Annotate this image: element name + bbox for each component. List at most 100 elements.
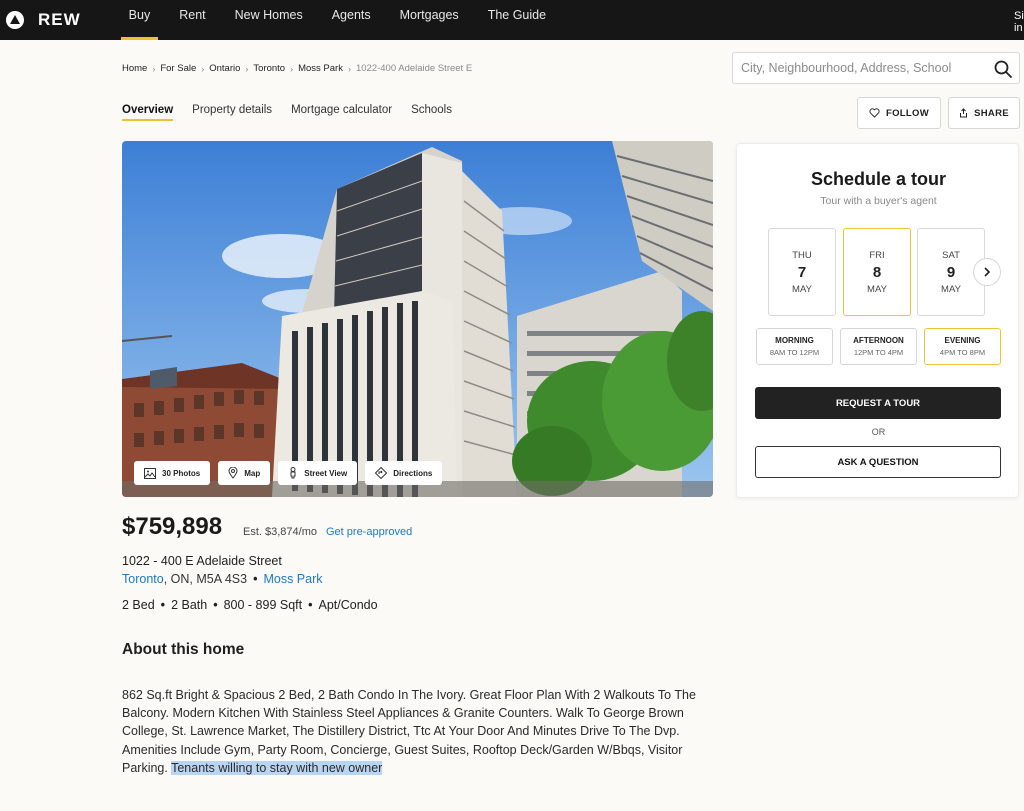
search-input[interactable] <box>733 61 983 75</box>
search-box <box>732 52 1020 84</box>
separator-dot: • <box>308 598 313 612</box>
about-title: About this home <box>122 641 245 658</box>
breadcrumb-separator: › <box>245 63 249 74</box>
slot-name: MORNING <box>775 336 814 345</box>
tab-overview[interactable]: Overview <box>122 104 174 121</box>
directions-label: Directions <box>393 468 433 478</box>
street-address: 1022 - 400 E Adelaide Street <box>122 554 282 568</box>
share-icon <box>960 108 968 118</box>
city-link[interactable]: Toronto <box>122 572 164 586</box>
share-label: SHARE <box>974 107 1009 119</box>
time-slot-afternoon[interactable]: AFTERNOON 12PM TO 4PM <box>840 328 917 365</box>
top-nav: REW Buy Rent New Homes Agents Mortgages … <box>0 0 1024 40</box>
chevron-right-icon <box>984 267 991 277</box>
day-of-week: FRI <box>869 250 885 261</box>
separator-dot: • <box>253 572 258 586</box>
day-option-fri[interactable]: FRI 8 MAY <box>843 228 911 316</box>
tour-title: Schedule a tour <box>810 169 947 189</box>
breadcrumb-separator: › <box>290 63 294 74</box>
breadcrumb-toronto[interactable]: Toronto <box>253 63 285 74</box>
building-photo <box>122 141 713 497</box>
time-slot-evening[interactable]: EVENING 4PM TO 8PM <box>924 328 1001 365</box>
day-month: MAY <box>941 284 961 295</box>
day-option-thu[interactable]: THU 7 MAY <box>768 228 836 316</box>
directions-icon <box>375 467 388 479</box>
search-icon[interactable] <box>993 59 1013 79</box>
breadcrumb: Home › For Sale › Ontario › Toronto › Mo… <box>122 63 472 74</box>
heart-icon <box>869 108 880 118</box>
separator-dot: • <box>213 598 218 612</box>
time-slot-morning[interactable]: MORNING 8AM TO 12PM <box>756 328 833 365</box>
request-tour-button[interactable]: REQUEST A TOUR <box>755 387 1001 419</box>
photos-icon <box>144 467 156 479</box>
estimated-payment: Est. $3,874/mo <box>243 526 317 538</box>
sqft: 800 - 899 Sqft <box>223 598 303 612</box>
slot-time: 4PM TO 8PM <box>939 348 986 357</box>
about-description: 862 Sq.ft Bright & Spacious 2 Bed, 2 Bat… <box>122 686 712 777</box>
photos-label: 30 Photos <box>162 468 201 478</box>
breadcrumb-home[interactable]: Home <box>122 63 147 74</box>
or-divider: OR <box>871 427 886 437</box>
separator-dot: • <box>160 598 166 612</box>
listing-photo[interactable]: 30 Photos Map Street View Directions <box>122 141 713 497</box>
share-button[interactable]: SHARE <box>948 97 1020 129</box>
breadcrumb-separator: › <box>347 63 351 74</box>
get-preapproved-link[interactable]: Get pre-approved <box>326 526 412 538</box>
ask-question-button[interactable]: ASK A QUESTION <box>755 446 1001 478</box>
logo-text: REW <box>38 10 81 29</box>
photos-button[interactable]: 30 Photos <box>134 461 211 485</box>
map-pin-icon <box>228 467 238 479</box>
tour-subtitle: Tour with a buyer's agent <box>820 195 937 207</box>
slot-name: EVENING <box>944 336 981 345</box>
breadcrumb-separator: › <box>152 63 156 74</box>
map-button[interactable]: Map <box>218 461 271 485</box>
logo-icon <box>6 11 24 29</box>
day-number: 8 <box>872 264 882 281</box>
day-of-week: THU <box>792 250 812 261</box>
province-postal: , ON, M5A 4S3 <box>163 572 248 586</box>
nav-item-mortgages[interactable]: Mortgages <box>392 0 467 40</box>
listing-price: $759,898 <box>122 513 223 540</box>
beds: 2 Bed <box>122 598 155 612</box>
nav-item-buy[interactable]: Buy <box>120 0 159 40</box>
tab-mortgage-calculator[interactable]: Mortgage calculator <box>291 104 392 121</box>
nav-item-rent[interactable]: Rent <box>171 0 213 40</box>
breadcrumb-current: 1022-400 Adelaide Street E <box>355 63 473 74</box>
street-view-label: Street View <box>304 468 348 478</box>
map-label: Map <box>244 468 261 478</box>
follow-label: FOLLOW <box>886 107 929 119</box>
nav-item-the-guide[interactable]: The Guide <box>480 0 554 40</box>
nav-signin[interactable]: Sign in <box>1014 10 1024 34</box>
listing-facts: 2 Bed • 2 Bath • 800 - 899 Sqft • Apt/Co… <box>122 598 378 612</box>
listing-tabs: Overview Property details Mortgage calcu… <box>122 104 471 121</box>
tab-property-details[interactable]: Property details <box>192 104 272 121</box>
breadcrumb-separator: › <box>201 63 205 74</box>
street-view-button[interactable]: Street View <box>278 461 358 485</box>
city-line: Toronto , ON, M5A 4S3 • Moss Park <box>122 572 323 586</box>
slot-time: 12PM TO 4PM <box>853 348 904 357</box>
street-view-icon <box>290 467 296 479</box>
about-highlighted-text: Tenants willing to stay with new owner <box>171 760 383 775</box>
breadcrumb-for-sale[interactable]: For Sale <box>160 63 196 74</box>
slot-time: 8AM TO 12PM <box>769 348 820 357</box>
breadcrumb-ontario[interactable]: Ontario <box>209 63 240 74</box>
nav-items: Buy Rent New Homes Agents Mortgages The … <box>120 0 567 40</box>
photo-buttons: 30 Photos Map Street View Directions <box>134 461 450 485</box>
day-month: MAY <box>867 284 887 295</box>
nav-item-new-homes[interactable]: New Homes <box>227 0 311 40</box>
directions-button[interactable]: Directions <box>365 461 443 485</box>
schedule-tour-card: Schedule a tour Tour with a buyer's agen… <box>736 143 1019 498</box>
baths: 2 Bath <box>171 598 208 612</box>
slot-name: AFTERNOON <box>853 336 904 345</box>
property-type: Apt/Condo <box>318 598 378 612</box>
tab-schools[interactable]: Schools <box>411 104 452 121</box>
neighbourhood-link[interactable]: Moss Park <box>263 572 322 586</box>
next-days-button[interactable] <box>973 258 1001 286</box>
follow-button[interactable]: FOLLOW <box>857 97 941 129</box>
logo[interactable]: REW <box>6 10 81 30</box>
breadcrumb-moss-park[interactable]: Moss Park <box>298 63 343 74</box>
day-month: MAY <box>792 284 812 295</box>
day-number: 7 <box>797 264 807 281</box>
nav-item-agents[interactable]: Agents <box>324 0 379 40</box>
day-of-week: SAT <box>942 250 960 261</box>
